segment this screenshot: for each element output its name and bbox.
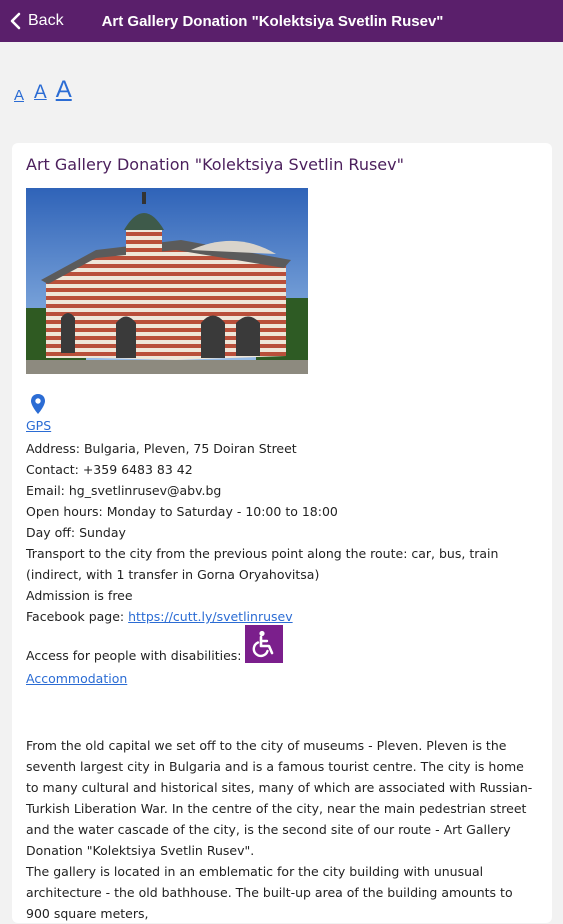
transport-text: Transport to the city from the previous … (26, 546, 499, 582)
site-description: From the old capital we set off to the c… (26, 735, 538, 924)
font-size-large-button[interactable]: A (56, 76, 72, 104)
gallery-photo (26, 188, 308, 374)
gps-link[interactable]: GPS (26, 418, 51, 433)
contact-text: Contact: +359 6483 83 42 (26, 462, 193, 477)
open-hours-text: Open hours: Monday to Saturday - 10:00 t… (26, 504, 338, 519)
email-text: Email: hg_svetlinrusev@abv.bg (26, 483, 222, 498)
back-label: Back (28, 12, 64, 29)
facebook-link[interactable]: https://cutt.ly/svetlinrusev (128, 609, 293, 624)
admission-text: Admission is free (26, 588, 133, 603)
description-paragraph: The gallery is located in an emblematic … (26, 864, 513, 921)
wheelchair-icon (244, 625, 283, 663)
font-size-controls: A A A (14, 74, 72, 104)
site-card: Art Gallery Donation "Kolektsiya Svetlin… (12, 143, 552, 923)
font-size-medium-button[interactable]: A (34, 82, 47, 104)
facebook-label: Facebook page: (26, 609, 129, 624)
page-title: Art Gallery Donation "Kolektsiya Svetlin… (101, 12, 444, 30)
chevron-left-icon (10, 12, 21, 30)
address-text: Address: Bulgaria, Pleven, 75 Doiran Str… (26, 441, 297, 456)
map-pin-icon[interactable] (30, 393, 46, 415)
site-details: Address: Bulgaria, Pleven, 75 Doiran Str… (26, 438, 546, 627)
day-off-text: Day off: Sunday (26, 525, 126, 540)
back-button[interactable]: Back (8, 12, 64, 30)
accessibility-row: Access for people with disabilities: (26, 625, 283, 663)
site-title: Art Gallery Donation "Kolektsiya Svetlin… (26, 155, 404, 174)
accommodation-row: Accommodation (26, 671, 127, 686)
description-paragraph: From the old capital we set off to the c… (26, 738, 533, 858)
accommodation-link[interactable]: Accommodation (26, 671, 127, 686)
accessibility-label: Access for people with disabilities: (26, 648, 242, 663)
top-bar: Back Art Gallery Donation "Kolektsiya Sv… (0, 0, 563, 42)
font-size-small-button[interactable]: A (14, 87, 24, 104)
facebook-row: Facebook page: https://cutt.ly/svetlinru… (26, 606, 546, 627)
